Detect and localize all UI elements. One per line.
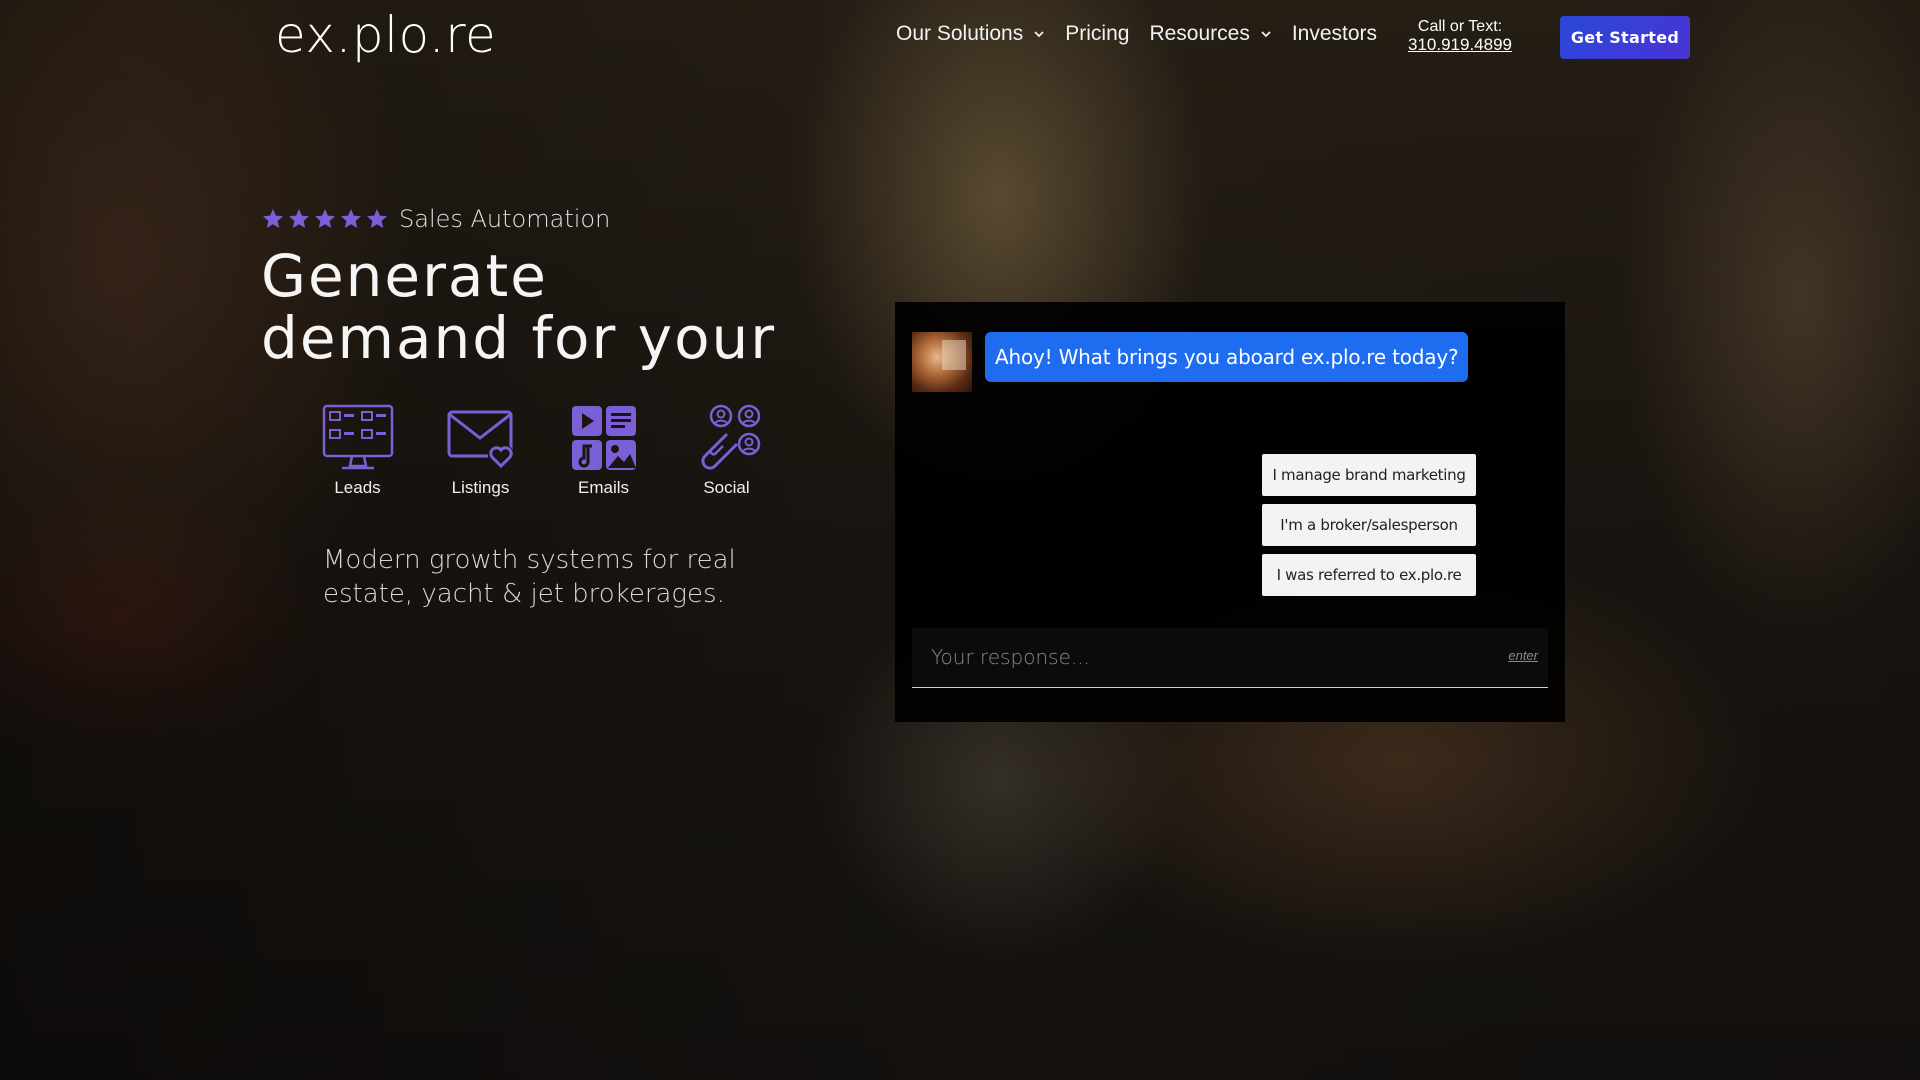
chat-widget: Ahoy! What brings you aboard ex.plo.re t… (895, 302, 1565, 722)
star-icon (263, 209, 283, 228)
option-broker-salesperson[interactable]: I'm a broker/salesperson (1262, 504, 1476, 546)
star-icon (341, 209, 361, 228)
nav-item-label: Pricing (1065, 22, 1130, 45)
nav-links: Our Solutions Pricing Resources Investor… (896, 22, 1377, 46)
hero-tagline: Modern growth systems for real estate, y… (323, 545, 736, 609)
response-box: enter (912, 628, 1548, 688)
chevron-down-icon (1261, 31, 1271, 38)
star-rating (261, 207, 389, 231)
nav-item-investors[interactable]: Investors (1292, 22, 1377, 46)
feature-label: Social (703, 478, 750, 497)
envelope-heart-icon (447, 410, 514, 469)
site-logo[interactable]: ex.plo.re (275, 6, 496, 64)
feature-leads: Leads (296, 404, 419, 498)
star-icon (315, 209, 335, 228)
nav-item-resources[interactable]: Resources (1149, 22, 1271, 46)
chat-message-bubble: Ahoy! What brings you aboard ex.plo.re t… (985, 332, 1469, 382)
quick-reply-options: I manage brand marketing I'm a broker/sa… (1262, 454, 1476, 596)
get-started-button[interactable]: Get Started (1560, 16, 1690, 59)
media-grid-icon (571, 406, 636, 470)
option-brand-marketing[interactable]: I manage brand marketing (1262, 454, 1476, 496)
nav-item-our-solutions[interactable]: Our Solutions (896, 22, 1045, 46)
rating: Sales Automation (261, 205, 781, 233)
rating-label: Sales Automation (399, 205, 611, 233)
nav-item-label: Our Solutions (896, 22, 1024, 45)
feature-label: Listings (451, 478, 510, 497)
phone-link[interactable]: 310.919.4899 (1408, 36, 1512, 54)
call-or-text: Call or Text: 310.919.4899 (1408, 18, 1512, 54)
magnet-users-icon (700, 404, 760, 470)
feature-social: Social (665, 404, 788, 498)
top-nav: ex.plo.re Our Solutions Pricing Resource… (0, 0, 1920, 76)
enter-hint[interactable]: enter (1508, 648, 1538, 663)
response-input[interactable] (912, 628, 1472, 686)
option-referred[interactable]: I was referred to ex.plo.re (1262, 554, 1476, 596)
feature-label: Leads (334, 478, 381, 497)
star-icon (289, 209, 309, 228)
feature-emails: Emails (542, 404, 665, 498)
feature-listings: Listings (419, 404, 542, 498)
feature-label: Emails (577, 478, 629, 497)
nav-item-pricing[interactable]: Pricing (1065, 22, 1129, 46)
agent-avatar (912, 332, 972, 392)
nav-item-label: Resources (1149, 22, 1250, 45)
monitor-apps-icon (322, 404, 393, 470)
chevron-down-icon (1034, 31, 1044, 38)
feature-list: Leads Listings Emails Social (296, 404, 788, 498)
call-label: Call or Text: (1417, 18, 1503, 35)
hero-headline: Generate demand for your (261, 242, 777, 372)
star-icon (367, 209, 387, 228)
hero: Sales Automation Generate demand for you… (261, 205, 781, 369)
nav-item-label: Investors (1291, 22, 1378, 45)
